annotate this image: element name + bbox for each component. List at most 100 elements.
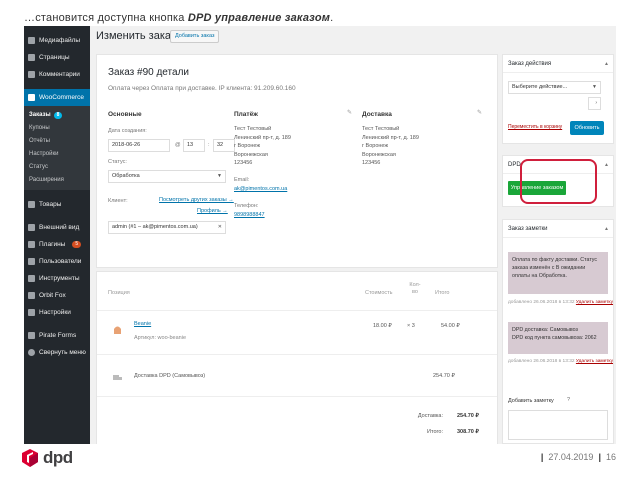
minute-field[interactable]: 32: [213, 139, 235, 152]
order-actions-header[interactable]: Заказ действия ▲: [503, 55, 613, 73]
dpd-wordmark: dpd: [43, 448, 73, 467]
client-profile-link[interactable]: Профиль →: [197, 208, 228, 214]
slide-footer: | 27.04.2019 | 16: [540, 452, 616, 462]
order-notes-header[interactable]: Заказ заметки ▲: [503, 220, 613, 238]
sidebar-item-pages[interactable]: Страницы: [24, 49, 90, 66]
date-field[interactable]: 2018-06-26: [108, 139, 170, 152]
chevron-right-icon: ›: [595, 100, 597, 106]
note-2: DPD доставка: Самовывоз DPD код пункта с…: [508, 322, 608, 354]
pirateforms-icon: [28, 332, 35, 339]
email-link[interactable]: ak@pimentos.com.ua: [234, 186, 287, 192]
chevron-down-icon: ▼: [217, 173, 222, 179]
users-icon: [28, 258, 35, 265]
divider: [97, 310, 497, 311]
caption-prefix: …становится доступна кнопка: [24, 12, 188, 24]
product-link[interactable]: Beanie: [134, 321, 151, 327]
submenu-settings[interactable]: Настройки: [24, 148, 90, 161]
comment-icon: [28, 71, 35, 78]
sidebar-item-media[interactable]: Медиафайлы: [24, 32, 90, 49]
shipping-total: 254.70 ₽: [433, 373, 455, 379]
product-qty: × 3: [407, 323, 415, 329]
sidebar-item-plugins[interactable]: Плагины 5: [24, 236, 90, 253]
order-details-panel: Заказ #90 детали Оплата через Оплата при…: [96, 54, 498, 268]
delete-note-link[interactable]: Удалить заметку: [576, 359, 613, 364]
col-cost: Стоимость: [365, 290, 393, 296]
submenu-orders[interactable]: Заказы 8: [24, 109, 90, 122]
col-position: Позиция: [108, 290, 130, 296]
plugins-icon: [28, 241, 35, 248]
action-select[interactable]: Выберите действие... ▼: [508, 81, 601, 94]
collapse-icon: [28, 349, 35, 356]
clear-x-icon[interactable]: ✕: [218, 222, 222, 233]
media-icon: [28, 37, 35, 44]
submenu-reports[interactable]: Отчёты: [24, 135, 90, 148]
sidebar-collapse[interactable]: Свернуть меню: [24, 344, 90, 361]
col-total: Итого: [435, 290, 450, 296]
status-select[interactable]: Обработка ▼: [108, 170, 226, 183]
delivery-value: 254.70 ₽: [457, 413, 479, 419]
caption-suffix: .: [330, 12, 334, 24]
order-subtitle: Оплата через Оплата при доставке. IP кли…: [108, 85, 296, 92]
collapse-triangle-icon[interactable]: ▲: [604, 156, 609, 174]
delivery-label: Доставка:: [417, 413, 443, 419]
woocommerce-submenu: Заказы 8 Купоны Отчёты Настройки Статус Р…: [24, 106, 90, 190]
collapse-triangle-icon[interactable]: ▲: [604, 55, 609, 73]
tools-icon: [28, 275, 35, 282]
settings-icon: [28, 309, 35, 316]
basic-heading: Основные: [108, 111, 142, 118]
email-label: Email:: [234, 177, 250, 183]
plugins-count-badge: 5: [72, 241, 82, 248]
admin-sidebar: Медиафайлы Страницы Комментарии WooComme…: [24, 26, 90, 444]
order-items-panel: Позиция Стоимость Кол- во Итого Beanie А…: [96, 271, 498, 444]
help-icon[interactable]: ?: [567, 397, 570, 403]
divider: [97, 396, 497, 397]
sidebar-item-appearance[interactable]: Внешний вид: [24, 219, 90, 236]
shipping-address: Тест Тестовый Ленинский пр-т, д. 189 г В…: [362, 126, 419, 166]
edit-billing-icon[interactable]: ✎: [347, 109, 352, 116]
dpd-cube-icon: [22, 449, 38, 467]
sidebar-item-comments[interactable]: Комментарии: [24, 66, 90, 83]
page-title: Изменить заказ: [96, 30, 176, 42]
collapse-triangle-icon[interactable]: ▲: [604, 220, 609, 238]
shipping-name: Доставка DPD (Самовывоз): [134, 373, 206, 379]
phone-link[interactable]: 9898988847: [234, 212, 265, 218]
sidebar-item-pirateforms[interactable]: Pirate Forms: [24, 327, 90, 344]
add-order-button[interactable]: Добавить заказ: [170, 30, 220, 43]
update-button[interactable]: Обновить: [570, 121, 604, 135]
time-colon: :: [208, 142, 210, 148]
sidebar-item-tools[interactable]: Инструменты: [24, 270, 90, 287]
sidebar-item-products[interactable]: Товары: [24, 196, 90, 213]
submenu-extensions[interactable]: Расширения: [24, 174, 90, 187]
submenu-coupons[interactable]: Купоны: [24, 122, 90, 135]
note-1: Оплата по факту доставки. Статус заказа …: [508, 252, 608, 294]
client-select[interactable]: admin (#1 – ak@pimentos.com.ua) ✕: [108, 221, 226, 234]
client-label: Клиент:: [108, 198, 128, 204]
sidebar-item-users[interactable]: Пользователи: [24, 253, 90, 270]
apply-action-button[interactable]: ›: [588, 97, 601, 110]
billing-address: Тест Тестовый Ленинский пр-т, д. 189 г В…: [234, 126, 291, 166]
add-note-textarea[interactable]: [508, 410, 608, 440]
delete-note-link[interactable]: Удалить заметку: [576, 300, 613, 305]
product-sku: Артикул: woo-beanie: [134, 335, 186, 341]
total-value: 308.70 ₽: [457, 429, 479, 435]
sidebar-item-orbitfox[interactable]: Orbit Fox: [24, 287, 90, 304]
dpd-logo: dpd: [22, 448, 73, 468]
page-icon: [28, 54, 35, 61]
admin-screenshot: Медиафайлы Страницы Комментарии WooComme…: [24, 26, 616, 444]
client-orders-link[interactable]: Посмотреть других заказы →: [159, 197, 234, 203]
slide-date: 27.04.2019: [548, 452, 594, 462]
sidebar-item-settings[interactable]: Настройки: [24, 304, 90, 321]
order-actions-box: Заказ действия ▲ Выберите действие... ▼ › …: [502, 54, 614, 144]
product-total: 54.00 ₽: [441, 323, 460, 329]
total-label: Итого:: [427, 429, 443, 435]
edit-shipping-icon[interactable]: ✎: [477, 109, 482, 116]
products-icon: [28, 201, 35, 208]
submenu-status[interactable]: Статус: [24, 161, 90, 174]
note-1-meta: добавлено 26.06.2018 в 13:32 Удалить зам…: [508, 300, 613, 305]
shipping-heading: Доставка: [362, 111, 392, 118]
sidebar-item-woocommerce[interactable]: WooCommerce: [24, 89, 90, 106]
trash-link[interactable]: Переместить в корзину: [508, 124, 562, 130]
order-notes-box: Заказ заметки ▲ Оплата по факту доставки.…: [502, 219, 614, 444]
hour-field[interactable]: 13: [183, 139, 205, 152]
order-title: Заказ #90 детали: [108, 67, 189, 78]
